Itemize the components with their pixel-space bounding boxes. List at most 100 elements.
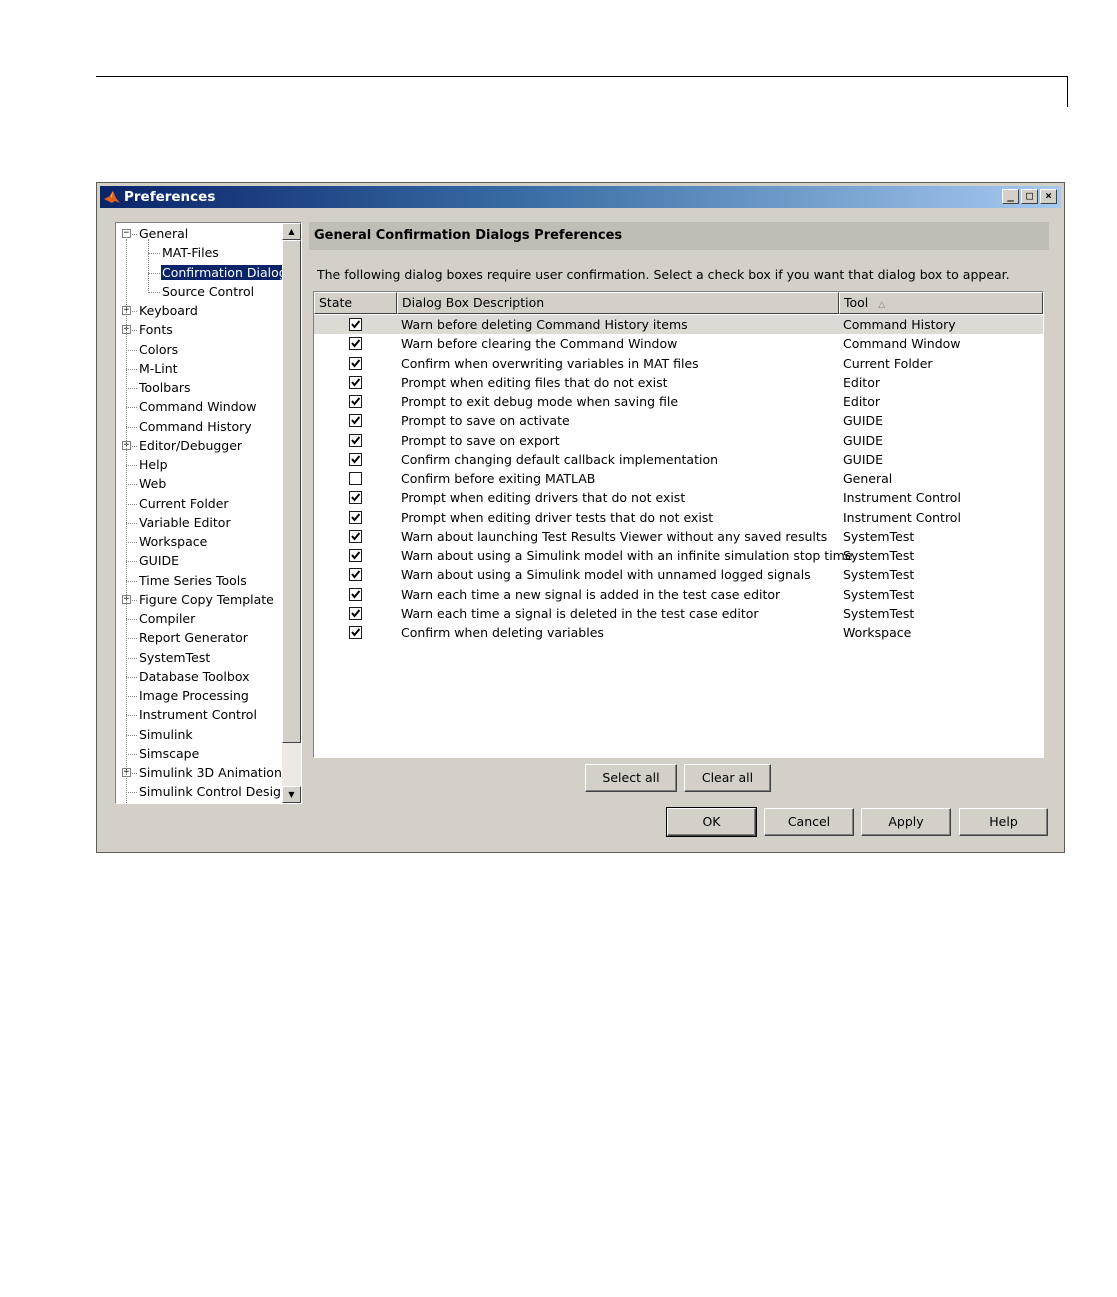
tree-item[interactable]: M-Lint [138,359,179,378]
tree-item[interactable]: GUIDE [138,551,180,570]
tree-item[interactable]: Command History [138,417,253,436]
tree-item[interactable]: Variable Editor [138,513,232,532]
checkbox-checked[interactable] [349,452,362,466]
table-row[interactable]: Confirm when overwriting variables in MA… [314,354,1043,373]
scroll-up-icon[interactable]: ▲ [282,223,301,240]
tree-item-label: Fonts [139,322,173,338]
select-all-button[interactable]: Select all [585,764,677,792]
tree-item[interactable]: Database Toolbox [138,667,251,686]
tree-item-label: MAT-Files [162,245,219,261]
tree-item[interactable]: Colors [138,340,179,359]
checkbox-checked[interactable] [349,433,362,447]
apply-button[interactable]: Apply [861,808,951,836]
tree-item[interactable]: Editor/Debugger [138,436,243,455]
tree-scrollbar[interactable]: ▲ ▼ [282,223,301,803]
table-row[interactable]: Warn about using a Simulink model with a… [314,546,1043,565]
tree-item[interactable]: Toolbars [138,378,192,397]
tree-item[interactable]: Compiler [138,609,196,628]
tree-item[interactable]: Web [138,474,167,493]
table-row[interactable]: Warn about using a Simulink model with u… [314,565,1043,584]
close-button[interactable]: × [1040,189,1057,204]
tree-item[interactable]: Report Generator [138,628,249,647]
minimize-button[interactable]: _ [1002,189,1019,204]
table-row[interactable]: Prompt when editing drivers that do not … [314,488,1043,507]
table-row[interactable]: Warn each time a new signal is added in … [314,585,1043,604]
checkmark-icon [351,628,361,637]
table-row[interactable]: Warn each time a signal is deleted in th… [314,604,1043,623]
tree-item[interactable]: Simulink [138,725,194,744]
tree-item[interactable]: Keyboard [138,301,199,320]
tree-item[interactable]: Time Series Tools [138,571,248,590]
table-row[interactable]: Warn before clearing the Command Window C… [314,334,1043,353]
scroll-down-icon[interactable]: ▼ [282,786,301,803]
table-row[interactable]: Warn before deleting Command History ite… [314,315,1043,334]
checkbox-checked[interactable] [349,337,362,351]
tree-item[interactable]: Image Processing [138,686,250,705]
tree-item[interactable]: SystemTest [138,648,211,667]
tree-item-label: Variable Editor [139,514,231,530]
checkmark-icon [351,455,361,464]
tool-name: SystemTest [843,586,915,602]
tree-item[interactable]: Current Folder [138,494,230,513]
checkbox-checked[interactable] [349,606,362,620]
tree-item[interactable]: General [138,224,189,243]
checkbox-checked[interactable] [349,375,362,389]
table-row[interactable]: Warn about launching Test Results Viewer… [314,527,1043,546]
tree-item[interactable]: Instrument Control [138,705,258,724]
table-row[interactable]: Confirm changing default callback implem… [314,450,1043,469]
tree-item-label: Editor/Debugger [139,437,243,453]
checkbox-checked[interactable] [349,529,362,543]
window-title: Preferences [124,189,216,205]
table-row[interactable]: Prompt when editing driver tests that do… [314,508,1043,527]
tree-connector [126,619,137,620]
table-row[interactable]: Prompt to save on export GUIDE [314,431,1043,450]
scroll-thumb[interactable] [282,240,301,743]
title-bar[interactable]: Preferences _ □ × [100,186,1061,208]
ok-button[interactable]: OK [666,807,757,837]
checkbox-checked[interactable] [349,626,362,639]
clear-all-button[interactable]: Clear all [684,764,771,792]
checkbox-checked[interactable] [349,587,362,601]
checkbox-checked[interactable] [349,491,362,505]
dialog-description: Prompt to save on export [401,432,560,448]
tree-item[interactable]: MAT-Files [161,243,220,262]
cancel-button[interactable]: Cancel [764,808,854,836]
tool-name: SystemTest [843,567,915,583]
tree-item[interactable]: Simscape [138,744,200,763]
tree-item[interactable]: Confirmation Dialogs [161,263,282,282]
maximize-button[interactable]: □ [1021,189,1038,204]
help-button[interactable]: Help [959,808,1048,836]
tree-items: General − MAT-Files Confirmation Dialogs Sou… [116,223,282,803]
checkbox-checked[interactable] [349,356,362,370]
checkbox-checked[interactable] [349,549,362,562]
checkbox-checked[interactable] [349,318,362,331]
checkbox-checked[interactable] [349,414,362,428]
tree-item-label: Current Folder [139,495,229,511]
tree-item[interactable]: Simulink Control Design [138,782,282,801]
column-header-tool[interactable]: Tool △ [839,292,1043,314]
tree-item-label: Time Series Tools [139,572,247,588]
tree-item[interactable]: Source Control [161,282,255,301]
collapse-icon[interactable]: − [122,229,131,238]
checkbox-unchecked[interactable] [349,472,362,485]
tree-item[interactable]: Simulink 3D Animation [138,763,282,782]
checkbox-checked[interactable] [349,395,362,408]
tree-item[interactable]: Fonts [138,320,174,339]
table-row[interactable]: Confirm before exiting MATLAB General [314,469,1043,488]
tree-item-label: SystemTest [139,649,211,665]
tree-item-label: GUIDE [139,553,180,569]
checkbox-checked[interactable] [349,510,362,524]
column-header-description[interactable]: Dialog Box Description [397,292,839,314]
table-row[interactable]: Prompt to exit debug mode when saving fi… [314,392,1043,411]
tree-item[interactable]: Help [138,455,169,474]
table-row[interactable]: Prompt to save on activate GUIDE [314,411,1043,430]
tool-name: Workspace [843,625,912,640]
tree-item[interactable]: Workspace [138,532,208,551]
table-row[interactable]: Prompt when editing files that do not ex… [314,373,1043,392]
tree-item[interactable]: Command Window [138,397,258,416]
checkbox-checked[interactable] [349,568,362,582]
table-row[interactable]: Confirm when deleting variables Workspace [314,623,1043,642]
tree-connector [126,753,137,755]
column-header-state[interactable]: State [314,292,397,314]
tree-item[interactable]: Figure Copy Template [138,590,275,609]
